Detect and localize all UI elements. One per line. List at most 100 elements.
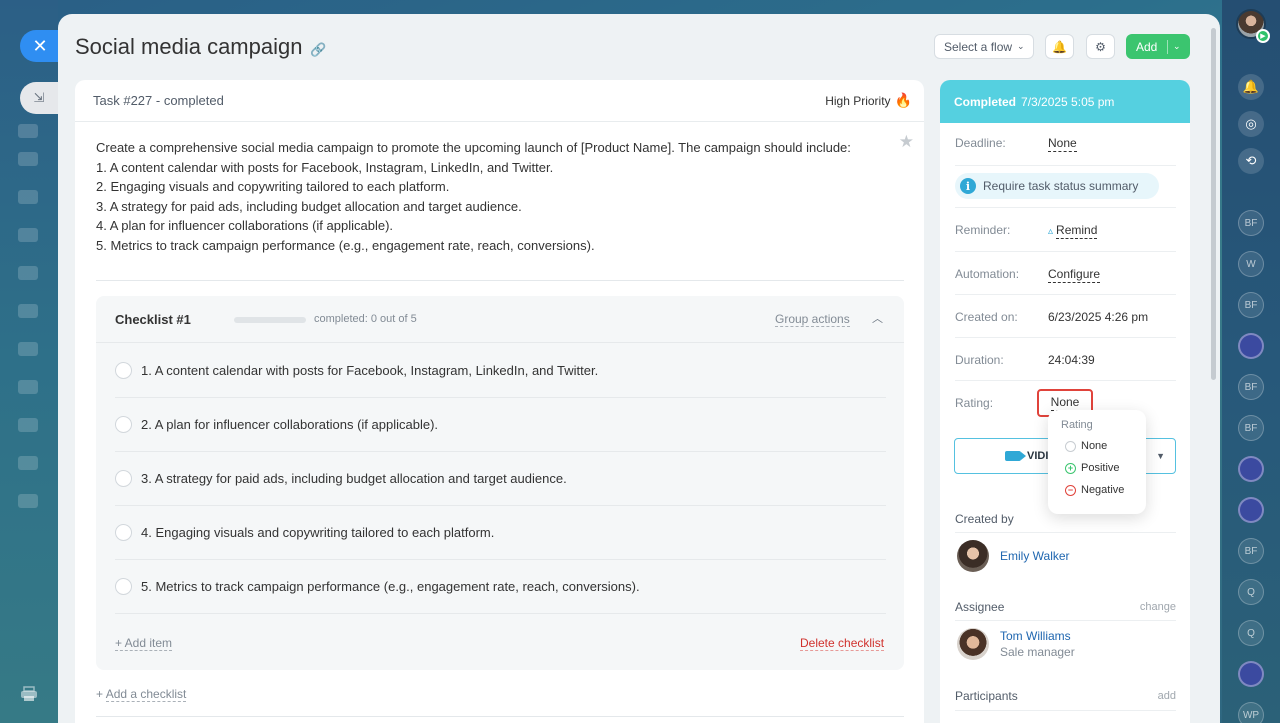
rail-group-chip[interactable] <box>1238 333 1264 359</box>
plus-circle-icon: + <box>1065 462 1076 474</box>
notifications-bell-icon[interactable]: 🔔 <box>1238 74 1264 100</box>
caret-down-icon[interactable]: ▼ <box>1156 451 1165 461</box>
task-panel: Social media campaign 🔗 Select a flow ⌄ … <box>58 14 1220 723</box>
rail-contact-chip[interactable]: BF <box>1238 292 1264 318</box>
minus-circle-icon: − <box>1065 484 1076 496</box>
description-line: 1. A content calendar with posts for Fac… <box>96 159 554 175</box>
divider <box>955 532 1176 533</box>
ghost-icon <box>18 342 38 356</box>
participants-add-link[interactable]: add <box>1158 690 1176 702</box>
rating-option-label: Positive <box>1081 462 1120 474</box>
rail-contact-chip[interactable]: BF <box>1238 538 1264 564</box>
ghost-icon <box>18 228 38 242</box>
rating-popup-title: Rating <box>1061 419 1093 431</box>
gear-icon: ⚙ <box>1095 39 1106 54</box>
checkbox[interactable] <box>115 362 132 379</box>
bell-ring-icon: ▵ <box>1048 226 1054 237</box>
rating-value: None <box>1050 395 1080 411</box>
checklist-item-text[interactable]: 2. A plan for influencer collaborations … <box>141 417 438 432</box>
assignee-change-link[interactable]: change <box>1140 601 1176 613</box>
rail-contact-chip[interactable]: BF <box>1238 210 1264 236</box>
task-card: Task #227 - completed High Priority 🔥 ★ … <box>75 80 924 723</box>
checklist-header: Checklist #1 completed: 0 out of 5 Group… <box>96 296 904 343</box>
assignee-card[interactable]: Tom Williams Sale manager <box>957 628 1075 660</box>
chevron-up-icon[interactable]: ︿ <box>872 310 883 326</box>
task-id-status: Task #227 - completed <box>93 93 224 108</box>
checklist-item-text[interactable]: 5. Metrics to track campaign performance… <box>141 579 640 594</box>
checklist-item-text[interactable]: 4. Engaging visuals and copywriting tail… <box>141 525 494 540</box>
rail-contact-chip[interactable]: BF <box>1238 415 1264 441</box>
checklist-item-text[interactable]: 3. A strategy for paid ads, including bu… <box>141 471 567 486</box>
checkbox[interactable] <box>115 470 132 487</box>
chat-sync-icon[interactable]: ⟲ <box>1238 148 1264 174</box>
assignee-name[interactable]: Tom Williams <box>1000 629 1075 643</box>
close-button[interactable]: ✕ <box>20 30 58 62</box>
rail-group-chip[interactable] <box>1238 661 1264 687</box>
chevron-down-icon[interactable]: ⌄ <box>1168 41 1181 52</box>
require-summary-toggle[interactable]: i Require task status summary <box>955 173 1159 199</box>
rating-option-negative[interactable]: − Negative <box>1065 484 1124 496</box>
description-line: 4. A plan for influencer collaborations … <box>96 218 394 234</box>
created-on-row: Created on: 6/23/2025 4:26 pm <box>955 295 1176 338</box>
deadline-value[interactable]: None <box>1048 136 1077 152</box>
collapse-button[interactable]: ⇲ <box>20 82 58 114</box>
task-sidebar: Completed 7/3/2025 5:05 pm Deadline: Non… <box>940 80 1190 723</box>
rating-label: Rating: <box>955 396 994 410</box>
bell-icon: 🔔 <box>1052 39 1067 54</box>
task-header: Task #227 - completed High Priority 🔥 <box>75 80 924 122</box>
checkbox[interactable] <box>115 416 132 433</box>
divider <box>955 620 1176 621</box>
rail-contact-chip[interactable]: Q <box>1238 579 1264 605</box>
automation-configure-link[interactable]: Configure <box>1048 267 1101 283</box>
description-line: Create a comprehensive social media camp… <box>96 140 851 155</box>
creator-card[interactable]: Emily Walker <box>957 540 1070 572</box>
add-checklist-link[interactable]: + Add a checklist <box>96 687 187 702</box>
group-actions-link[interactable]: Group actions <box>775 312 850 327</box>
reminder-row: Reminder: ▵ Remind <box>955 208 1176 252</box>
reminder-value[interactable]: ▵ Remind <box>1048 223 1098 239</box>
status-time: 7/3/2025 5:05 pm <box>1021 94 1115 109</box>
checklist: Checklist #1 completed: 0 out of 5 Group… <box>96 296 904 670</box>
video-camera-icon <box>1005 451 1026 461</box>
task-description: Create a comprehensive social media camp… <box>96 138 886 256</box>
duration-label: Duration: <box>955 353 1004 367</box>
checkbox[interactable] <box>115 578 132 595</box>
add-item-link[interactable]: + Add item <box>115 636 173 651</box>
printer-icon[interactable] <box>20 686 38 702</box>
checklist-item-text[interactable]: 1. A content calendar with posts for Fac… <box>141 363 598 378</box>
checklist-item: 3. A strategy for paid ads, including bu… <box>115 452 886 506</box>
delete-checklist-link[interactable]: Delete checklist <box>800 636 885 651</box>
follow-bell-button[interactable]: 🔔 <box>1045 34 1074 59</box>
checklist-item: 2. A plan for influencer collaborations … <box>115 398 886 452</box>
rail-group-chip[interactable] <box>1238 497 1264 523</box>
add-button-label: Add <box>1126 39 1168 54</box>
settings-button[interactable]: ⚙ <box>1086 34 1115 59</box>
rail-contact-chip[interactable]: W <box>1238 251 1264 277</box>
avatar <box>957 540 989 572</box>
rating-option-none[interactable]: None <box>1065 440 1107 452</box>
scrollbar[interactable] <box>1211 28 1216 380</box>
add-button[interactable]: Add ⌄ <box>1126 34 1190 59</box>
summary-label: Require task status summary <box>983 179 1139 193</box>
flame-icon: 🔥 <box>894 92 912 108</box>
rail-group-chip[interactable] <box>1238 456 1264 482</box>
rating-option-positive[interactable]: + Positive <box>1065 462 1120 474</box>
rail-contact-chip[interactable]: WP <box>1238 702 1264 723</box>
select-flow-dropdown[interactable]: Select a flow ⌄ <box>934 34 1034 59</box>
priority-badge[interactable]: High Priority 🔥 <box>825 92 912 109</box>
copy-link-icon[interactable]: 🔗 <box>310 42 326 58</box>
star-icon[interactable]: ★ <box>899 132 914 152</box>
copilot-icon[interactable]: ◎ <box>1238 111 1264 137</box>
rating-popup: Rating None + Positive − Negative <box>1048 410 1146 514</box>
checkbox[interactable] <box>115 524 132 541</box>
checklist-item: 5. Metrics to track campaign performance… <box>115 560 886 614</box>
ghost-icon <box>18 152 38 166</box>
assignee-label: Assignee <box>955 600 1005 614</box>
checklist-title[interactable]: Checklist #1 <box>115 312 191 327</box>
rail-contact-chip[interactable]: BF <box>1238 374 1264 400</box>
creator-name[interactable]: Emily Walker <box>1000 549 1070 563</box>
rail-contact-chip[interactable]: Q <box>1238 620 1264 646</box>
created-by-label: Created by <box>955 512 1014 526</box>
checklist-item: 4. Engaging visuals and copywriting tail… <box>115 506 886 560</box>
checklist-count: completed: 0 out of 5 <box>314 313 417 325</box>
